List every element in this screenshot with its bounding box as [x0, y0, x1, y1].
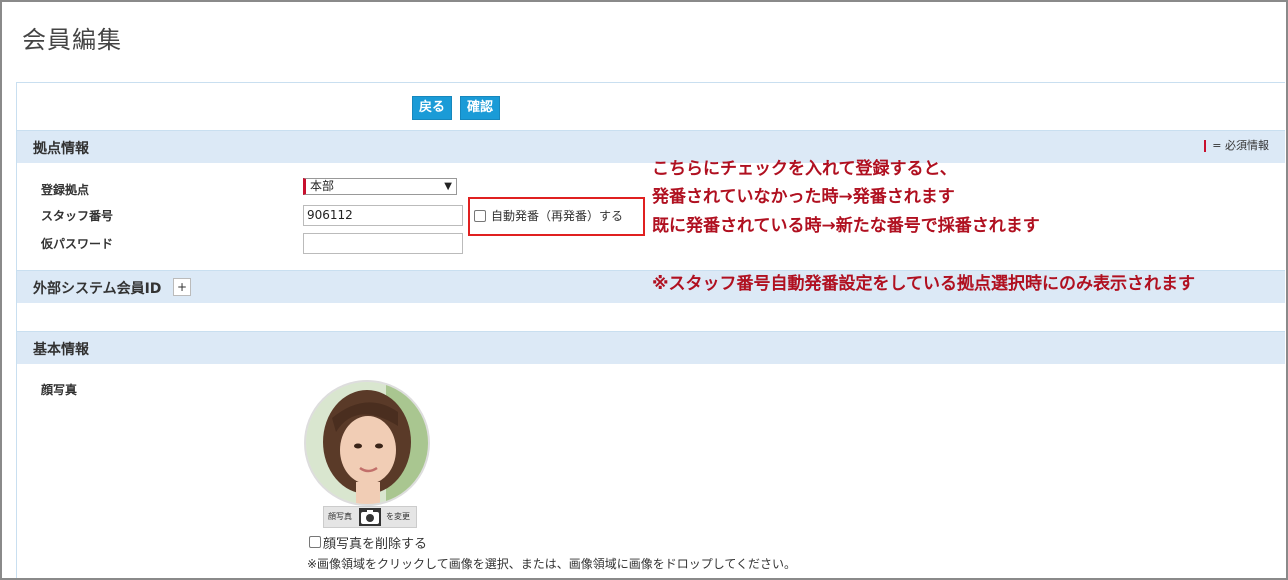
add-external-id-button[interactable]: +: [173, 278, 191, 296]
confirm-button[interactable]: 確認: [460, 96, 501, 120]
section-basic-info: 基本情報: [17, 331, 1285, 364]
change-photo-button[interactable]: 顔写真 を変更: [323, 506, 417, 528]
auto-number-label: 自動発番（再発番）する: [491, 209, 624, 223]
annotation-line-2: 発番されていなかった時→発番されます: [652, 187, 955, 207]
face-photo-label: 顔写真: [41, 383, 78, 397]
section-title: 拠点情報: [33, 141, 89, 157]
section-base-info: 拠点情報 = 必須情報: [17, 130, 1285, 163]
app-frame: 会員編集 戻る 確認 拠点情報 = 必須情報 登録拠点 本部 ▼ スタッフ番号 …: [0, 0, 1288, 580]
auto-number-checkbox[interactable]: [474, 210, 486, 222]
chevron-down-icon: ▼: [444, 181, 452, 192]
delete-photo-label: 顔写真を削除する: [323, 537, 428, 552]
member-edit-panel: 戻る 確認 拠点情報 = 必須情報 登録拠点 本部 ▼ スタッフ番号 90611…: [16, 82, 1285, 578]
portrait-image: [306, 382, 428, 504]
base-location-label: 登録拠点: [41, 183, 90, 197]
annotation-line-4: ※スタッフ番号自動発番設定をしている拠点選択時にのみ表示されます: [652, 274, 1196, 294]
temp-password-label: 仮パスワード: [41, 237, 114, 251]
photo-help-text: ※画像領域をクリックして画像を選択、または、画像領域に画像をドロップしてください…: [307, 557, 796, 571]
staff-number-label: スタッフ番号: [41, 209, 114, 223]
page-title: 会員編集: [22, 26, 122, 54]
required-marker-icon: [1204, 140, 1207, 152]
annotation-line-1: こちらにチェックを入れて登録すると、: [652, 159, 957, 179]
required-legend: = 必須情報: [1204, 137, 1269, 153]
section-title: 外部システム会員ID: [33, 281, 162, 297]
delete-photo-checkbox[interactable]: [309, 536, 321, 548]
temp-password-input[interactable]: [303, 233, 463, 254]
camera-icon: [359, 508, 381, 526]
section-title: 基本情報: [33, 342, 89, 358]
base-location-select[interactable]: 本部 ▼: [303, 178, 457, 195]
staff-number-input[interactable]: 906112: [303, 205, 463, 226]
annotation-line-3: 既に発番されている時→新たな番号で採番されます: [652, 216, 1040, 236]
back-button[interactable]: 戻る: [412, 96, 453, 120]
face-photo-image[interactable]: [304, 380, 430, 506]
